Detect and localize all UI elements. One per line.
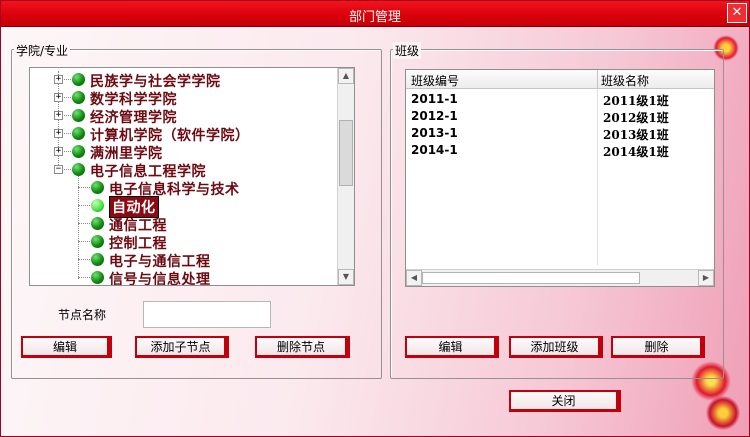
green-ball-icon: [91, 235, 104, 248]
edit-class-button[interactable]: 编辑: [405, 336, 499, 358]
edit-node-button[interactable]: 编辑: [21, 336, 112, 358]
green-ball-icon: [72, 163, 85, 176]
class-name-cell: 2014级1班: [603, 145, 669, 159]
delete-class-button[interactable]: 删除: [611, 336, 705, 358]
class-name-cell: 2011级1班: [603, 94, 669, 108]
tree-connector: [78, 259, 90, 260]
green-ball-icon: [72, 145, 85, 158]
table-row[interactable]: 2014-1 2014级1班: [406, 142, 714, 159]
class-group-label: 班级: [393, 42, 422, 59]
horizontal-scroll-thumb[interactable]: [422, 272, 640, 284]
tree-connector: [78, 187, 90, 188]
tree-connector: [64, 169, 71, 170]
expand-icon[interactable]: +: [54, 93, 63, 102]
tree-connector: [78, 175, 79, 279]
tree-node-label[interactable]: 信号与信息处理: [109, 269, 211, 285]
table-horizontal-scrollbar[interactable]: ◀ ▶: [406, 269, 714, 286]
tree-node-label[interactable]: 满洲里学院: [90, 143, 163, 163]
add-child-node-button[interactable]: 添加子节点: [135, 336, 229, 358]
add-class-button[interactable]: 添加班级: [509, 336, 603, 358]
green-ball-icon: [72, 73, 85, 86]
title-bar[interactable]: 部门管理 ✕: [1, 1, 749, 27]
decorative-flower: [706, 396, 740, 430]
column-header-class-name[interactable]: 班级名称: [601, 72, 649, 89]
class-name-cell: 2013级1班: [603, 128, 669, 142]
tree-connector: [78, 277, 90, 278]
tree-connector: [78, 205, 90, 206]
table-row[interactable]: 2011-1 2011级1班: [406, 91, 714, 108]
tree-node-label[interactable]: 控制工程: [109, 233, 167, 253]
tree-connector: [64, 133, 71, 134]
department-tree[interactable]: + 民族学与社会学学院 + 数学科学学院 + 经济管理学院 + 计算机学院（软件学院） + 满洲里…: [29, 67, 355, 286]
class-id-cell: 2011-1: [411, 92, 458, 106]
college-major-group-label: 学院/专业: [14, 42, 71, 59]
expand-icon[interactable]: +: [54, 129, 63, 138]
class-id-cell: 2013-1: [411, 126, 458, 140]
green-ball-icon: [91, 217, 104, 230]
close-button[interactable]: 关闭: [509, 390, 621, 412]
tree-connector: [64, 97, 71, 98]
tree-node-label[interactable]: 计算机学院（软件学院）: [90, 125, 250, 145]
expand-icon[interactable]: +: [54, 75, 63, 84]
table-row[interactable]: 2013-1 2013级1班: [406, 125, 714, 142]
tree-connector: [78, 223, 90, 224]
tree-node-label[interactable]: 电子信息工程学院: [90, 161, 206, 181]
tree-node-label[interactable]: 经济管理学院: [90, 107, 177, 127]
green-ball-icon: [91, 199, 104, 212]
column-separator: [597, 70, 598, 89]
scroll-thumb[interactable]: [339, 120, 353, 186]
expand-icon[interactable]: +: [54, 111, 63, 120]
tree-vertical-scrollbar[interactable]: ▲ ▼: [337, 68, 354, 285]
scroll-down-icon[interactable]: ▼: [338, 269, 354, 285]
table-row[interactable]: 2012-1 2012级1班: [406, 108, 714, 125]
green-ball-icon: [91, 253, 104, 266]
department-management-window: 部门管理 ✕ 学院/专业 + 民族学与社会学学院 + 数学科学学院 + 经济管理学院 + 计算…: [0, 0, 750, 437]
expand-icon[interactable]: +: [54, 147, 63, 156]
tree-node-label[interactable]: 通信工程: [109, 215, 167, 235]
green-ball-icon: [91, 181, 104, 194]
tree-connector: [64, 79, 71, 80]
tree-node-label[interactable]: 数学科学学院: [90, 89, 177, 109]
scroll-left-icon[interactable]: ◀: [406, 270, 422, 286]
window-title: 部门管理: [348, 10, 401, 25]
node-name-input[interactable]: [143, 301, 271, 328]
scroll-up-icon[interactable]: ▲: [338, 68, 354, 84]
class-id-cell: 2014-1: [411, 143, 458, 157]
class-table[interactable]: 班级编号 班级名称 2011-1 2011级1班 2012-1 2012级1班 2013…: [405, 69, 715, 287]
window-close-button[interactable]: ✕: [727, 3, 747, 23]
node-name-label: 节点名称: [58, 308, 107, 322]
tree-connector: [78, 241, 90, 242]
class-table-header: 班级编号 班级名称: [406, 70, 714, 89]
collapse-icon[interactable]: −: [54, 165, 63, 174]
green-ball-icon: [72, 109, 85, 122]
green-ball-icon: [91, 271, 104, 284]
tree-node-label[interactable]: 电子与通信工程: [109, 251, 211, 271]
column-header-class-id[interactable]: 班级编号: [411, 72, 459, 89]
tree-connector: [64, 151, 71, 152]
class-name-cell: 2012级1班: [603, 111, 669, 125]
green-ball-icon: [72, 127, 85, 140]
tree-node-label[interactable]: 民族学与社会学学院: [90, 71, 221, 91]
green-ball-icon: [72, 91, 85, 104]
class-id-cell: 2012-1: [411, 109, 458, 123]
delete-node-button[interactable]: 删除节点: [255, 336, 350, 358]
tree-connector: [64, 115, 71, 116]
scroll-right-icon[interactable]: ▶: [698, 270, 714, 286]
